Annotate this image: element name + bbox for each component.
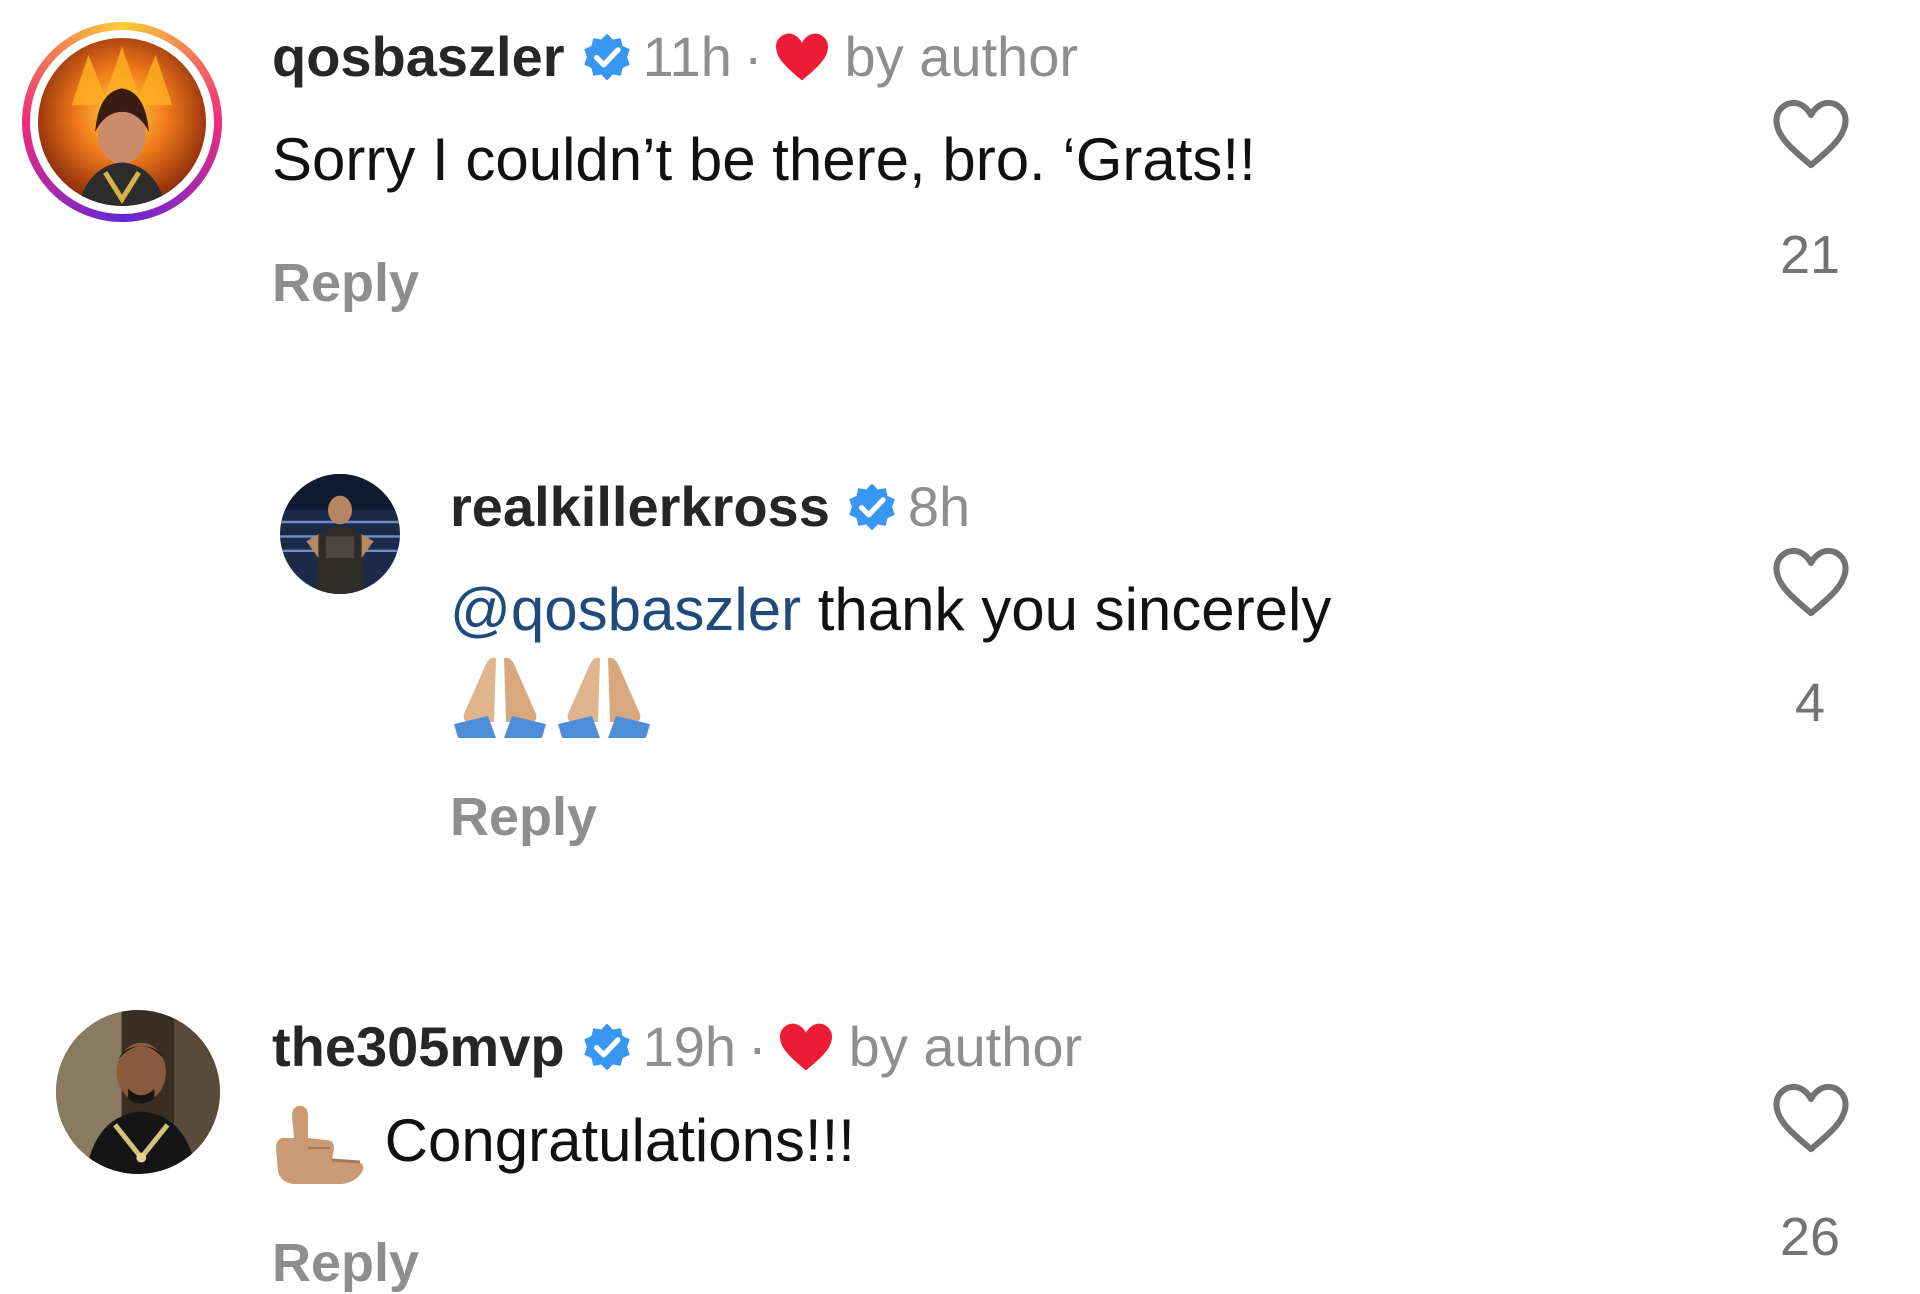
fiery-portrait-avatar-icon — [38, 38, 206, 206]
comment-text: Congratulations!!! — [272, 1102, 855, 1188]
comment-header: the305mvp 19h · by author — [272, 1012, 1082, 1082]
separator-dot: · — [748, 1015, 767, 1078]
verified-badge-icon — [581, 31, 633, 83]
separator-dot: · — [743, 25, 763, 88]
comment-text: @qosbaszler thank you sincerely — [450, 572, 1331, 648]
like-count: 21 — [1779, 225, 1841, 285]
timestamp: 8h — [907, 475, 971, 538]
like-heart-icon[interactable] — [1768, 96, 1854, 172]
avatar[interactable] — [38, 38, 206, 206]
timestamp: 11h — [642, 25, 732, 88]
username-link[interactable]: realkillerkross — [450, 472, 830, 542]
reply-button[interactable]: Reply — [272, 1232, 419, 1294]
author-liked-heart-icon — [777, 1021, 835, 1073]
like-heart-icon[interactable] — [1768, 544, 1854, 620]
mention-link[interactable]: @qosbaszler — [450, 576, 801, 643]
comment-text-body: thank you sincerely — [801, 576, 1332, 643]
comment-header: realkillerkross 8h — [450, 472, 970, 542]
comment-text: Sorry I couldn’t be there, bro. ‘Grats!! — [272, 126, 1256, 193]
liked-by-author-label: by author — [844, 25, 1079, 88]
liked-by-author-label: by author — [848, 1015, 1083, 1078]
call-me-hand-emoji-icon — [272, 1102, 368, 1188]
reply-button[interactable]: Reply — [450, 786, 597, 848]
like-count: 26 — [1779, 1207, 1841, 1267]
username-link[interactable]: qosbaszler — [272, 22, 565, 92]
like-count: 4 — [1794, 673, 1826, 733]
timestamp: 19h — [642, 1015, 737, 1078]
story-ring[interactable] — [22, 22, 222, 222]
reply-button[interactable]: Reply — [272, 252, 419, 314]
like-heart-icon[interactable] — [1768, 1080, 1854, 1156]
verified-badge-icon — [846, 481, 898, 533]
wrestler-in-ring-avatar-icon — [280, 474, 400, 594]
comment-header: qosbaszler 11h · by author — [272, 22, 1078, 92]
man-portrait-avatar-icon — [56, 1010, 220, 1174]
folded-hands-emoji-icon — [450, 652, 550, 742]
emoji-row — [450, 652, 654, 742]
folded-hands-emoji-icon — [554, 652, 654, 742]
verified-badge-icon — [581, 1021, 633, 1073]
comment-text-body: Congratulations!!! — [368, 1106, 855, 1174]
username-link[interactable]: the305mvp — [272, 1012, 565, 1082]
author-liked-heart-icon — [773, 31, 831, 83]
avatar[interactable] — [280, 474, 400, 594]
avatar[interactable] — [56, 1010, 220, 1174]
